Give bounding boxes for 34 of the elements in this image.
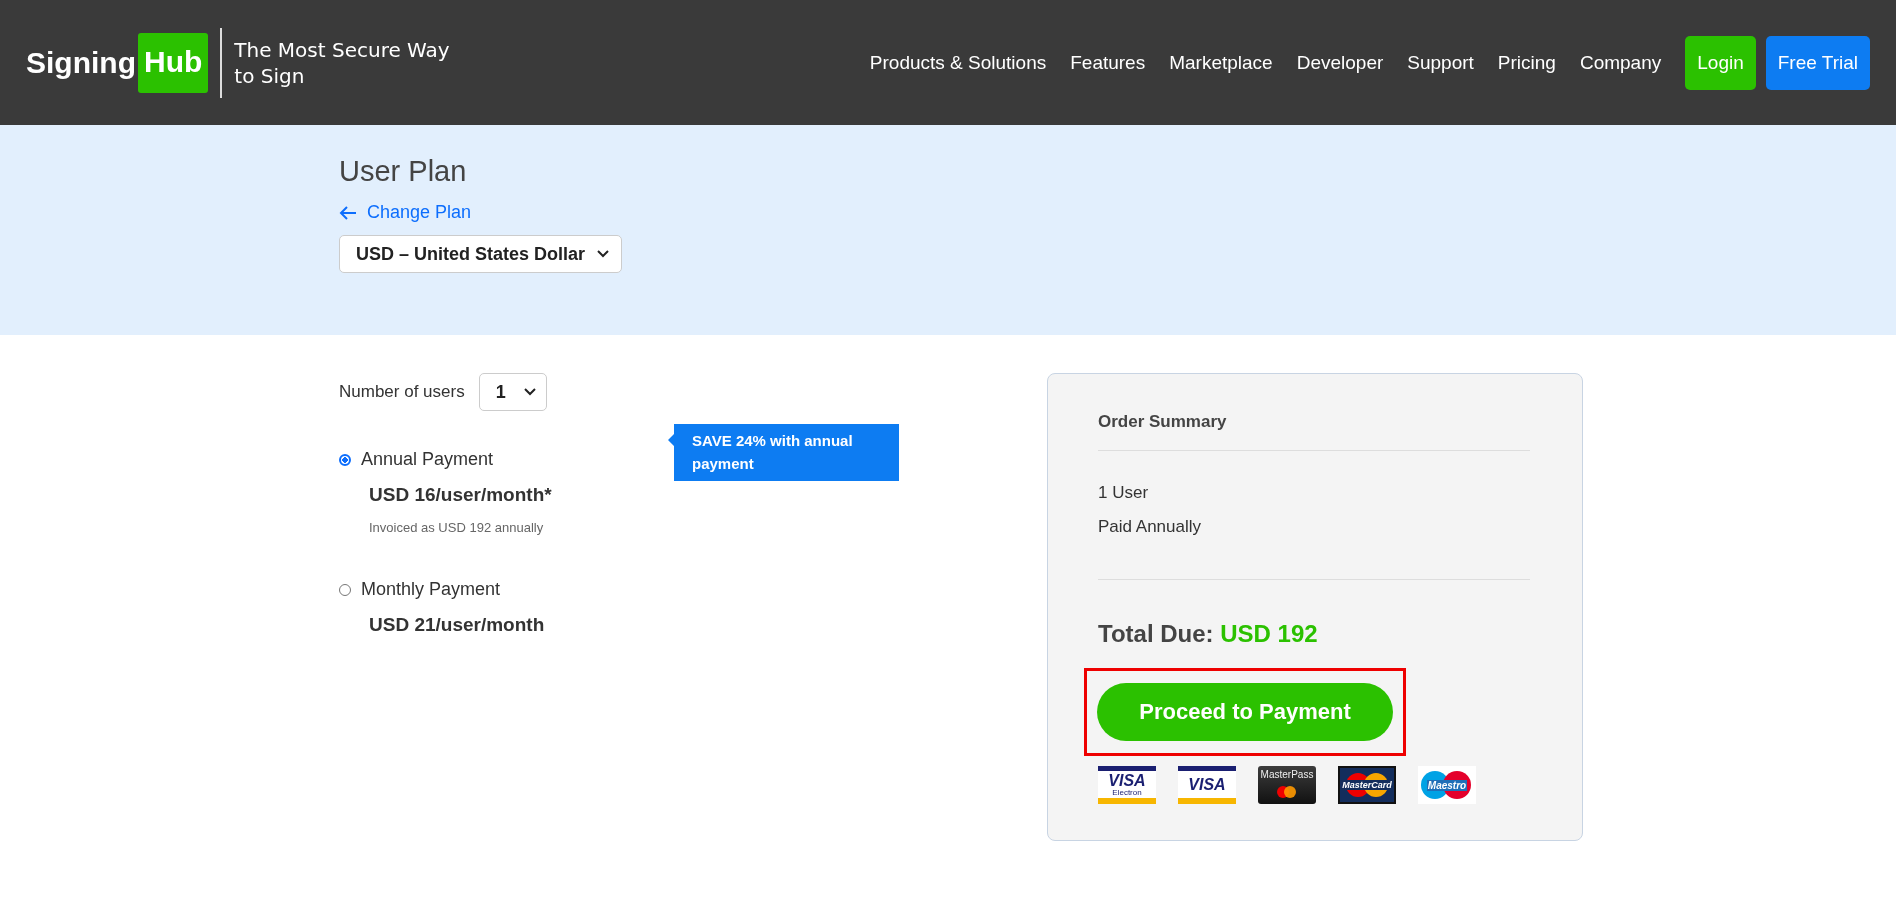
trial-button[interactable]: Free Trial bbox=[1765, 35, 1870, 90]
nav-link[interactable]: Features bbox=[1070, 51, 1146, 74]
visa-card-logo: VISA Electron bbox=[1098, 766, 1156, 804]
mastercard-logo: MasterCard bbox=[1338, 766, 1396, 804]
nav-link[interactable]: Products & Solutions bbox=[869, 51, 1047, 74]
users-select[interactable]: 1 bbox=[478, 373, 547, 411]
nav-link[interactable]: Developer bbox=[1296, 51, 1384, 74]
total-due: Total Due: USD 192 bbox=[1098, 620, 1319, 648]
chevron-down-icon bbox=[597, 250, 610, 258]
savings-tooltip: SAVE 24% with annual payment bbox=[668, 424, 899, 481]
maestro-logo: Maestro bbox=[1418, 766, 1476, 804]
nav-link[interactable]: Marketplace bbox=[1169, 51, 1273, 74]
currency-select[interactable]: USD – United States Dollar bbox=[339, 235, 623, 273]
summary-line: Paid Annually bbox=[1098, 517, 1203, 537]
arrow-left-icon bbox=[339, 204, 357, 221]
summary-line: 1 User bbox=[1098, 483, 1150, 503]
users-label: Number of users bbox=[339, 382, 465, 402]
masterpass-logo: MasterPass bbox=[1258, 766, 1316, 804]
option-price: USD 21/user/month bbox=[369, 614, 545, 636]
summary-title: Order Summary bbox=[1098, 412, 1228, 432]
nav-link[interactable]: Company bbox=[1579, 51, 1662, 74]
option-price: USD 16/user/month* bbox=[369, 484, 552, 506]
radio-button[interactable] bbox=[339, 453, 351, 466]
chevron-down-icon bbox=[523, 388, 536, 396]
tagline: The Most Secure Way to Sign bbox=[234, 36, 451, 89]
nav-link[interactable]: Support bbox=[1407, 51, 1474, 74]
option-label: Monthly Payment bbox=[361, 579, 501, 600]
visa-card-logo: VISA bbox=[1178, 766, 1236, 804]
invoice-note: Invoiced as USD 192 annually bbox=[369, 520, 545, 535]
logo[interactable]: Signing Hub bbox=[26, 27, 223, 98]
option-label: Annual Payment bbox=[361, 449, 494, 470]
change-plan-link[interactable]: Change Plan bbox=[339, 202, 1583, 223]
nav-link[interactable]: Pricing bbox=[1497, 51, 1556, 74]
page-title: User Plan bbox=[339, 155, 468, 188]
